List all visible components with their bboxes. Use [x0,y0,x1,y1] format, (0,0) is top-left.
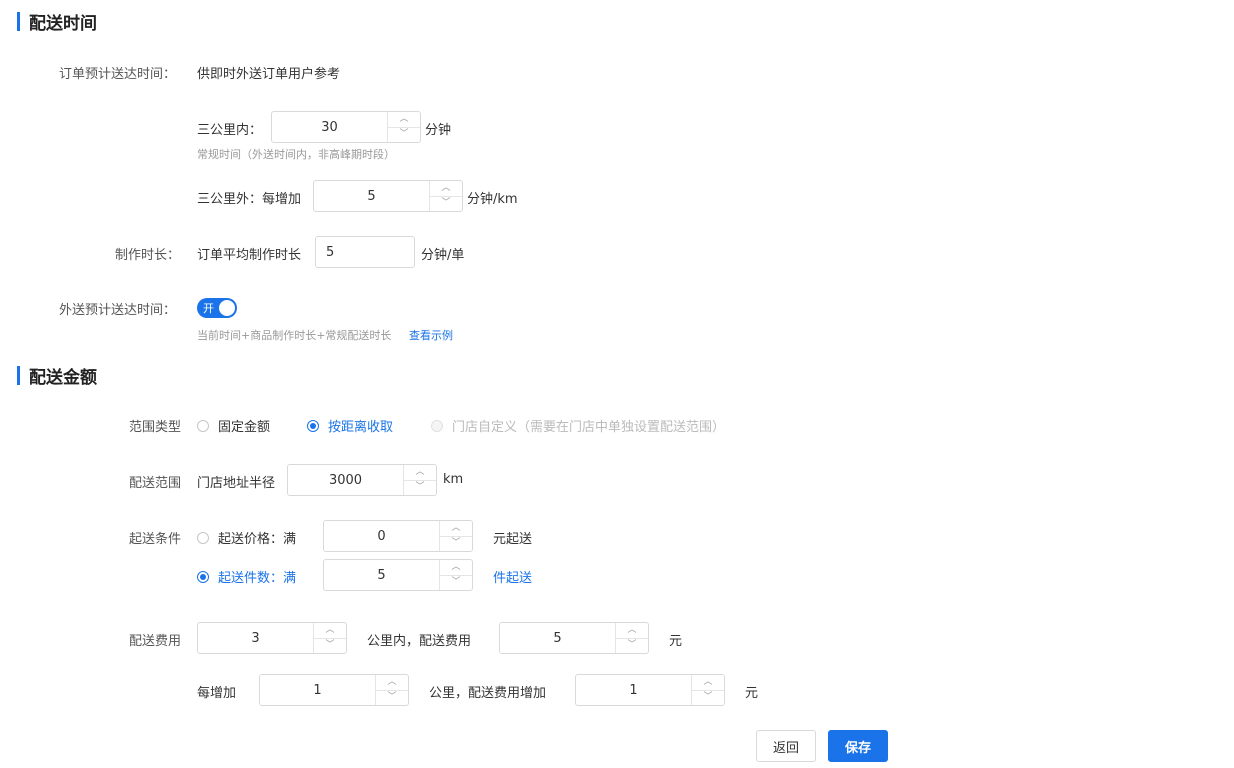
stepper-controls: ︿ ﹀ [387,112,420,142]
extra-mid-text: 公里，配送费用增加 [429,686,547,701]
decrement-icon[interactable]: ﹀ [314,639,346,654]
radio-dot [307,419,319,432]
decrement-icon[interactable]: ﹀ [616,639,648,654]
decrement-icon[interactable]: ﹀ [404,481,436,496]
stepper-controls: ︿ ﹀ [691,675,724,705]
condition-label: 起送条件 [129,532,182,547]
radio-dot [431,419,443,432]
decrement-icon[interactable]: ﹀ [440,537,472,552]
min-count-stepper[interactable]: 5 ︿ ﹀ [323,559,473,591]
radio-dot [197,531,209,544]
radio-dot [197,570,209,583]
beyond3-value[interactable]: 5 [314,181,429,211]
min-price-unit: 元起送 [493,532,533,547]
beyond3-unit: 分钟/km [467,192,518,207]
range-label: 配送范围 [129,476,182,491]
order-eta-desc: 供即时外送订单用户参考 [197,67,341,82]
min-count-unit: 件起送 [493,571,533,586]
radio-store-custom: 门店自定义（需要在门店中单独设置配送范围） [431,416,725,435]
stepper-controls: ︿ ﹀ [313,623,346,653]
increment-icon[interactable]: ︿ [404,465,436,481]
min-price-value[interactable]: 0 [324,521,439,551]
fee-mid-text: 公里内，配送费用 [367,634,472,649]
fee-km-value[interactable]: 3 [198,623,313,653]
beyond3-stepper[interactable]: 5 ︿ ﹀ [313,180,463,212]
delivery-eta-label: 外送预计送达时间： [59,303,177,318]
radio-min-price[interactable]: 起送价格：满 [197,528,296,547]
section-delivery-fee: 配送金额 [17,364,97,388]
increment-icon[interactable]: ︿ [440,521,472,537]
save-button[interactable]: 保存 [828,730,888,762]
radio-by-distance[interactable]: 按距离收取 [307,416,393,435]
range-stepper[interactable]: 3000 ︿ ﹀ [287,464,437,496]
section-accent-bar [17,365,20,385]
fee-label: 配送费用 [129,634,182,649]
within3-value[interactable]: 30 [272,112,387,142]
within3-label: 三公里内： [197,123,263,138]
switch-knob [219,300,235,316]
within3-stepper[interactable]: 30 ︿ ﹀ [271,111,421,143]
stepper-controls: ︿ ﹀ [429,181,462,211]
radio-min-count[interactable]: 起送件数：满 [197,567,296,586]
prep-desc: 订单平均制作时长 [197,248,302,263]
min-price-stepper[interactable]: 0 ︿ ﹀ [323,520,473,552]
extra-km-stepper[interactable]: 1 ︿ ﹀ [259,674,409,706]
increment-icon[interactable]: ︿ [388,112,420,128]
within3-unit: 分钟 [425,123,452,138]
section-title: 配送时间 [29,13,97,34]
fee-unit: 元 [669,634,683,649]
radio-label: 按距离收取 [328,420,394,435]
increment-icon[interactable]: ︿ [376,675,408,691]
example-link[interactable]: 查看示例 [409,327,453,343]
radio-label: 起送价格：满 [218,532,297,547]
switch-label: 开 [203,302,214,315]
decrement-icon[interactable]: ﹀ [692,691,724,706]
increment-icon[interactable]: ︿ [314,623,346,639]
range-unit: km [443,472,464,487]
radio-label: 固定金额 [218,420,271,435]
fee-base-value[interactable]: 5 [500,623,615,653]
increment-icon[interactable]: ︿ [440,560,472,576]
back-button[interactable]: 返回 [756,730,816,762]
increment-icon[interactable]: ︿ [616,623,648,639]
radio-label: 门店自定义（需要在门店中单独设置配送范围） [452,420,726,435]
stepper-controls: ︿ ﹀ [403,465,436,495]
extra-km-value[interactable]: 1 [260,675,375,705]
extra-unit: 元 [745,686,759,701]
within3-hint: 常规时间（外送时间内，非高峰期时段） [197,148,395,161]
radio-fixed-amount[interactable]: 固定金额 [197,416,270,435]
section-accent-bar [17,11,20,31]
beyond3-label: 三公里外：每增加 [197,192,302,207]
fee-km-stepper[interactable]: 3 ︿ ﹀ [197,622,347,654]
decrement-icon[interactable]: ﹀ [440,576,472,591]
stepper-controls: ︿ ﹀ [375,675,408,705]
stepper-controls: ︿ ﹀ [615,623,648,653]
range-desc: 门店地址半径 [197,476,276,491]
formula-hint: 当前时间+商品制作时长+常规配送时长 [197,329,392,342]
prep-label: 制作时长： [115,248,181,263]
min-count-value[interactable]: 5 [324,560,439,590]
order-eta-label: 订单预计送达时间： [59,67,177,82]
decrement-icon[interactable]: ﹀ [376,691,408,706]
decrement-icon[interactable]: ﹀ [388,128,420,143]
radio-dot [197,419,209,432]
stepper-controls: ︿ ﹀ [439,521,472,551]
prep-unit: 分钟/单 [421,248,465,263]
range-value[interactable]: 3000 [288,465,403,495]
increment-icon[interactable]: ︿ [692,675,724,691]
extra-fee-stepper[interactable]: 1 ︿ ﹀ [575,674,725,706]
delivery-eta-switch[interactable]: 开 [197,298,237,318]
extra-fee-value[interactable]: 1 [576,675,691,705]
radio-label: 起送件数：满 [218,571,297,586]
fee-base-stepper[interactable]: 5 ︿ ﹀ [499,622,649,654]
prep-input[interactable]: 5 [315,236,415,268]
section-title: 配送金额 [29,367,97,388]
stepper-controls: ︿ ﹀ [439,560,472,590]
increment-icon[interactable]: ︿ [430,181,462,197]
decrement-icon[interactable]: ﹀ [430,197,462,212]
section-delivery-time: 配送时间 [17,10,97,34]
range-type-label: 范围类型 [129,420,182,435]
extra-prefix: 每增加 [197,686,237,701]
